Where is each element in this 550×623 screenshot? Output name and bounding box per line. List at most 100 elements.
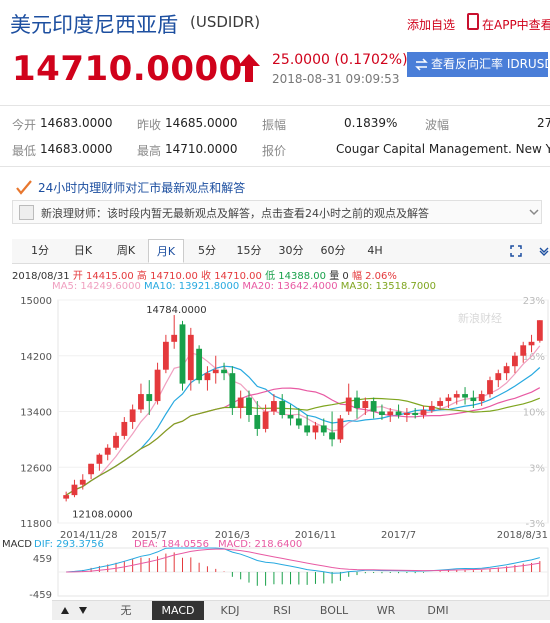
amplitude-label: 振幅 bbox=[262, 118, 287, 132]
up-arrow-icon bbox=[238, 54, 260, 82]
candle bbox=[337, 418, 344, 440]
candle bbox=[138, 394, 144, 410]
candle bbox=[63, 495, 70, 499]
x-tick-label: 2018/8/31 bbox=[497, 530, 548, 541]
candle bbox=[254, 414, 261, 429]
reverse-rate-label: 查看反向汇率 IDRUSD bbox=[431, 57, 550, 71]
indicator-dmi-button[interactable]: DMI bbox=[412, 601, 464, 620]
tab-4h[interactable]: 4H bbox=[357, 239, 393, 263]
low-value: 14683.0000 bbox=[40, 142, 113, 156]
ma10-line bbox=[65, 365, 541, 496]
candle bbox=[71, 484, 78, 496]
tab-1min[interactable]: 1分 bbox=[22, 239, 58, 263]
triangle-up-icon[interactable] bbox=[60, 606, 70, 615]
candle bbox=[320, 425, 327, 433]
candle bbox=[354, 397, 360, 409]
candle bbox=[379, 411, 385, 415]
candle bbox=[104, 447, 111, 455]
y-tick-label: 12600 bbox=[20, 463, 52, 474]
indicator-boll-button[interactable]: BOLL bbox=[308, 601, 360, 620]
indicator-macd-button[interactable]: MACD bbox=[152, 601, 204, 620]
y-tick-label: 14200 bbox=[20, 352, 52, 363]
candlestick-chart[interactable]: 150001420013400126001180023%16%10%3%-3%新… bbox=[0, 292, 550, 600]
candle bbox=[470, 397, 477, 402]
y-tick-label: 11800 bbox=[20, 519, 52, 530]
candle bbox=[312, 425, 319, 433]
watermark: 新浪财经 bbox=[458, 311, 502, 325]
candle bbox=[171, 334, 178, 342]
y-tick-label: 15000 bbox=[20, 296, 52, 307]
ohlc-readout: 2018/08/31 开 14415.00 高 14710.00 收 14710… bbox=[12, 267, 397, 282]
candle bbox=[403, 412, 410, 415]
open-in-app-link[interactable]: 在APP中查看 bbox=[482, 16, 550, 33]
candle bbox=[179, 324, 186, 384]
quote-source-label: 报价 bbox=[262, 144, 287, 158]
chevron-down-icon[interactable] bbox=[529, 207, 539, 217]
quote-source-value: Cougar Capital Management. New York bbox=[336, 142, 550, 156]
tab-15min[interactable]: 15分 bbox=[231, 239, 267, 263]
tab-weekly[interactable]: 周K bbox=[108, 239, 144, 263]
indicator-rsi-button[interactable]: RSI bbox=[256, 601, 308, 620]
y-pct-tick-label: 23% bbox=[523, 296, 545, 307]
current-price: 14710.0000 bbox=[12, 49, 243, 89]
price-change: 25.0000 (0.1702%) bbox=[272, 52, 408, 68]
candle bbox=[387, 411, 394, 415]
check-pen-icon bbox=[16, 180, 32, 195]
macd-value: MACD: 218.6400 bbox=[218, 539, 302, 550]
stats-panel: 今开 14683.0000 昨收 14685.0000 振幅 0.1839% 波… bbox=[0, 105, 550, 167]
candle bbox=[262, 411, 269, 429]
candle bbox=[412, 412, 419, 415]
candle bbox=[96, 454, 103, 464]
indicator-wr-button[interactable]: WR bbox=[360, 601, 412, 620]
candle bbox=[428, 405, 435, 411]
triangle-down-icon[interactable] bbox=[78, 606, 88, 615]
candle bbox=[113, 435, 119, 448]
candle bbox=[129, 409, 136, 422]
expert-section: 24小时内理财师对汇市最新观点和解答 bbox=[0, 176, 550, 198]
prev-close-label: 昨收 bbox=[137, 118, 162, 132]
candle bbox=[304, 425, 311, 433]
ma10-value: MA10: 13921.8000 bbox=[144, 281, 240, 292]
candle bbox=[495, 373, 502, 381]
exchange-icon bbox=[415, 58, 428, 71]
tab-30min[interactable]: 30分 bbox=[273, 239, 309, 263]
max-price-label: 14784.0000 bbox=[146, 305, 206, 316]
expert-link[interactable]: 24小时内理财师对汇市最新观点和解答 bbox=[38, 179, 245, 196]
chevron-down-icon[interactable] bbox=[538, 245, 550, 257]
candle bbox=[154, 369, 161, 402]
candle bbox=[503, 366, 510, 374]
candle bbox=[204, 373, 211, 381]
macd-top-tick: 459 bbox=[33, 554, 52, 565]
candle bbox=[212, 369, 219, 374]
candle bbox=[79, 479, 86, 485]
indicator-kdj-button[interactable]: KDJ bbox=[204, 601, 256, 620]
tab-5min[interactable]: 5分 bbox=[189, 239, 225, 263]
high-label: 最高 bbox=[137, 144, 162, 158]
high-value: 14710.0000 bbox=[165, 142, 238, 156]
indicator-none-button[interactable]: 无 bbox=[100, 601, 152, 620]
candle bbox=[420, 410, 427, 415]
add-watchlist-link[interactable]: 添加自选 bbox=[407, 16, 455, 33]
quote-header: 美元印度尼西亚盾 (USDIDR) 添加自选 在APP中查看 14710.000… bbox=[0, 0, 550, 105]
candle bbox=[162, 341, 169, 370]
reverse-rate-button[interactable]: 查看反向汇率 IDRUSD bbox=[407, 52, 550, 77]
fullscreen-icon[interactable] bbox=[510, 245, 522, 257]
ma20-value: MA20: 13642.4000 bbox=[242, 281, 338, 292]
tab-daily[interactable]: 日K bbox=[65, 239, 101, 263]
ma5-line bbox=[65, 345, 541, 496]
y-pct-tick-label: -3% bbox=[526, 519, 545, 530]
candle bbox=[395, 411, 402, 415]
tab-60min[interactable]: 60分 bbox=[315, 239, 351, 263]
candle bbox=[146, 394, 153, 402]
expert-comment-box[interactable]: 新浪理财师：该时段内暂无最新观点及解答，点击查看24小时之前的观点及解答 bbox=[12, 200, 542, 224]
y-pct-tick-label: 10% bbox=[523, 408, 545, 419]
avatar bbox=[19, 205, 34, 220]
candle bbox=[121, 421, 128, 436]
comment-text: 新浪理财师：该时段内暂无最新观点及解答，点击查看24小时之前的观点及解答 bbox=[41, 207, 429, 220]
wave-label: 波幅 bbox=[425, 118, 450, 132]
indicator-bar: 无 MACD KDJ RSI BOLL WR DMI bbox=[52, 600, 550, 620]
tab-monthly[interactable]: 月K bbox=[148, 239, 184, 263]
macd-dif: DIF: 293.3756 bbox=[34, 539, 104, 550]
ma20-line bbox=[65, 387, 541, 496]
macd-bottom-tick: -459 bbox=[29, 590, 52, 600]
